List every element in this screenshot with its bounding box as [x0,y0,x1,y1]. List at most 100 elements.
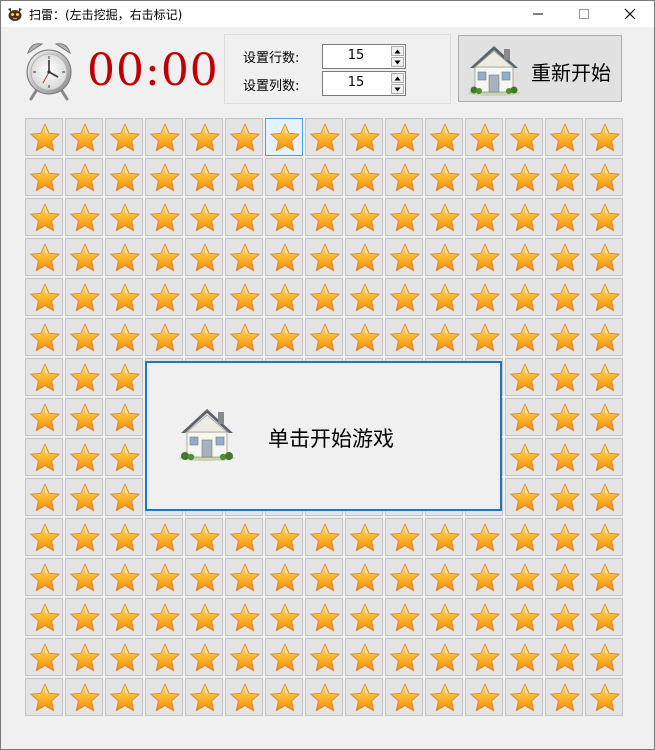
grid-cell[interactable] [185,158,223,196]
grid-cell[interactable] [145,238,183,276]
grid-cell[interactable] [145,638,183,676]
grid-cell[interactable] [265,318,303,356]
title-bar[interactable]: 扫雷：(左击挖掘，右击标记) [1,1,654,27]
grid-cell[interactable] [25,478,63,516]
grid-cell[interactable] [545,118,583,156]
grid-cell[interactable] [425,558,463,596]
grid-cell[interactable] [465,638,503,676]
grid-cell[interactable] [505,398,543,436]
grid-cell[interactable] [385,158,423,196]
maximize-button[interactable] [561,1,607,27]
grid-cell[interactable] [265,158,303,196]
grid-cell[interactable] [225,238,263,276]
grid-cell[interactable] [25,198,63,236]
grid-cell[interactable] [25,638,63,676]
grid-cell[interactable] [65,478,103,516]
grid-cell[interactable] [585,398,623,436]
grid-cell[interactable] [385,678,423,716]
grid-cell[interactable] [25,358,63,396]
grid-cell[interactable] [505,238,543,276]
cols-value[interactable]: 15 [323,75,389,90]
grid-cell[interactable] [505,638,543,676]
minimize-button[interactable] [515,1,561,27]
grid-cell[interactable] [505,518,543,556]
grid-cell[interactable] [25,318,63,356]
grid-cell[interactable] [545,398,583,436]
grid-cell[interactable] [545,598,583,636]
grid-cell[interactable] [105,438,143,476]
grid-cell[interactable] [425,238,463,276]
grid-cell[interactable] [105,398,143,436]
grid-cell[interactable] [545,278,583,316]
grid-cell[interactable] [545,518,583,556]
grid-cell[interactable] [425,198,463,236]
grid-cell[interactable] [145,598,183,636]
grid-cell[interactable] [25,598,63,636]
grid-cell[interactable] [505,478,543,516]
grid-cell[interactable] [505,598,543,636]
grid-cell[interactable] [65,238,103,276]
grid-cell[interactable] [385,278,423,316]
grid-cell[interactable] [545,318,583,356]
grid-cell[interactable] [25,438,63,476]
grid-cell[interactable] [505,198,543,236]
grid-cell[interactable] [505,278,543,316]
grid-cell[interactable] [105,198,143,236]
start-game-dialog[interactable]: 单击开始游戏 [145,361,502,511]
grid-cell[interactable] [25,238,63,276]
grid-cell[interactable] [265,238,303,276]
grid-cell[interactable] [545,478,583,516]
grid-cell[interactable] [185,518,223,556]
grid-cell[interactable] [305,278,343,316]
grid-cell[interactable] [25,118,63,156]
grid-cell[interactable] [265,118,303,156]
grid-cell[interactable] [145,558,183,596]
grid-cell[interactable] [465,558,503,596]
grid-cell[interactable] [505,678,543,716]
grid-cell[interactable] [145,158,183,196]
grid-cell[interactable] [105,638,143,676]
grid-cell[interactable] [465,278,503,316]
grid-cell[interactable] [225,318,263,356]
grid-cell[interactable] [545,198,583,236]
grid-cell[interactable] [465,238,503,276]
grid-cell[interactable] [305,638,343,676]
grid-cell[interactable] [25,678,63,716]
grid-cell[interactable] [265,598,303,636]
grid-cell[interactable] [185,318,223,356]
grid-cell[interactable] [105,518,143,556]
grid-cell[interactable] [65,558,103,596]
grid-cell[interactable] [105,598,143,636]
grid-cell[interactable] [225,118,263,156]
grid-cell[interactable] [585,238,623,276]
grid-cell[interactable] [545,238,583,276]
grid-cell[interactable] [265,558,303,596]
grid-cell[interactable] [585,118,623,156]
grid-cell[interactable] [505,118,543,156]
grid-cell[interactable] [465,518,503,556]
grid-cell[interactable] [265,678,303,716]
grid-cell[interactable] [505,158,543,196]
rows-decrement-button[interactable] [391,57,404,67]
grid-cell[interactable] [65,118,103,156]
grid-cell[interactable] [25,518,63,556]
grid-cell[interactable] [65,158,103,196]
grid-cell[interactable] [585,318,623,356]
grid-cell[interactable] [505,438,543,476]
grid-cell[interactable] [25,158,63,196]
grid-cell[interactable] [65,318,103,356]
grid-cell[interactable] [465,118,503,156]
grid-cell[interactable] [385,558,423,596]
grid-cell[interactable] [545,678,583,716]
grid-cell[interactable] [585,638,623,676]
grid-cell[interactable] [65,278,103,316]
cols-decrement-button[interactable] [391,84,404,94]
grid-cell[interactable] [65,198,103,236]
grid-cell[interactable] [65,638,103,676]
grid-cell[interactable] [105,238,143,276]
grid-cell[interactable] [65,438,103,476]
grid-cell[interactable] [265,278,303,316]
grid-cell[interactable] [425,118,463,156]
grid-cell[interactable] [105,158,143,196]
grid-cell[interactable] [305,118,343,156]
